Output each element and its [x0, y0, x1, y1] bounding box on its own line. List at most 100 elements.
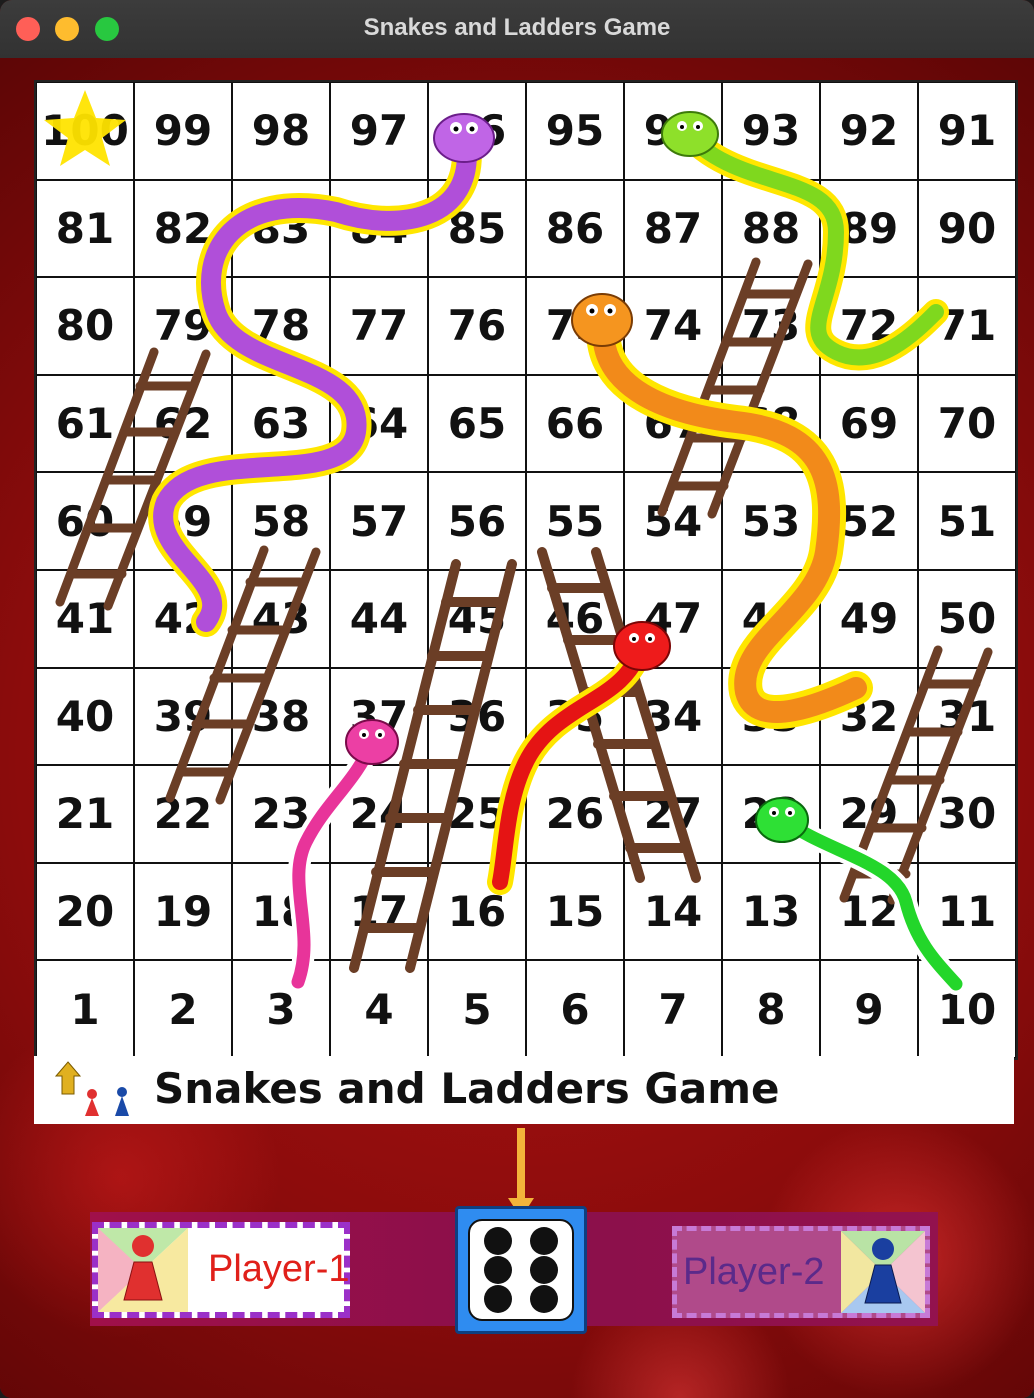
board-square: 68 — [722, 374, 820, 473]
board-square: 48 — [722, 569, 820, 668]
board-square: 55 — [526, 472, 624, 570]
board-square: 99 — [134, 82, 232, 180]
player-1-token-icon — [98, 1228, 188, 1312]
board-square: 70 — [918, 374, 1016, 473]
board-square: 59 — [134, 472, 232, 570]
board-square: 96 — [428, 82, 526, 180]
board-square: 93 — [722, 82, 820, 180]
board-square: 10 — [918, 960, 1016, 1058]
board-square: 80 — [36, 277, 134, 375]
dice-pip — [483, 1285, 512, 1314]
window-title: Snakes and Ladders Game — [363, 14, 671, 41]
board-square: 62 — [134, 374, 232, 473]
board-square: 24 — [330, 765, 428, 863]
dice-pip — [483, 1256, 512, 1284]
board-square: 61 — [36, 374, 134, 473]
banner-title: Snakes and Ladders Game — [154, 1064, 780, 1113]
board-square: 72 — [820, 277, 918, 375]
board-square: 88 — [722, 179, 820, 278]
board-square: 32 — [820, 667, 918, 766]
dice-button[interactable] — [455, 1206, 587, 1334]
board-square: 97 — [330, 82, 428, 180]
board-square: 38 — [232, 667, 330, 766]
board-square: 74 — [624, 277, 722, 375]
board-square: 39 — [134, 667, 232, 766]
dice-face — [468, 1219, 574, 1321]
board-square: 19 — [134, 862, 232, 961]
board-square: 100 — [36, 82, 134, 180]
title-bar: Snakes and Ladders Game — [0, 0, 1034, 59]
board-square: 76 — [428, 277, 526, 375]
board-square: 71 — [918, 277, 1016, 375]
board-square: 18 — [232, 862, 330, 961]
board-square: 53 — [722, 472, 820, 570]
board-square: 91 — [918, 82, 1016, 180]
board-square: 64 — [330, 374, 428, 473]
board-square: 4 — [330, 960, 428, 1058]
board-square: 95 — [526, 82, 624, 180]
board-square: 51 — [918, 472, 1016, 570]
board-square: 17 — [330, 862, 428, 961]
board-square: 3 — [232, 960, 330, 1058]
board-square: 81 — [36, 179, 134, 278]
board-square: 42 — [134, 569, 232, 668]
board-square: 54 — [624, 472, 722, 570]
game-window: Snakes and Ladders Game 100 99 98 97 96 95 94 9… — [0, 0, 1034, 1398]
board-grid: 100 99 98 97 96 95 94 93 92 91 81 82 83 84 85 86 87 88 89 9… — [36, 82, 1016, 1058]
board-square: 47 — [624, 569, 722, 668]
board-square: 86 — [526, 179, 624, 278]
board-square: 49 — [820, 569, 918, 668]
board-square: 50 — [918, 569, 1016, 668]
board-square: 46 — [526, 569, 624, 668]
board-square: 5 — [428, 960, 526, 1058]
board-square: 34 — [624, 667, 722, 766]
player-1-label: Player-1 — [208, 1248, 350, 1290]
board-square: 84 — [330, 179, 428, 278]
board-square: 8 — [722, 960, 820, 1058]
board-square: 25 — [428, 765, 526, 863]
board-square: 63 — [232, 374, 330, 473]
board-square: 85 — [428, 179, 526, 278]
dice-pip — [530, 1226, 559, 1255]
board-square: 31 — [918, 667, 1016, 766]
board-square: 78 — [232, 277, 330, 375]
board-square: 2 — [134, 960, 232, 1058]
board-square: 23 — [232, 765, 330, 863]
board-square: 45 — [428, 569, 526, 668]
player-1-card[interactable]: Player-1 — [92, 1222, 350, 1318]
game-banner: Snakes and Ladders Game — [34, 1056, 1014, 1124]
board-square: 26 — [526, 765, 624, 863]
board-square: 66 — [526, 374, 624, 473]
board-square: 43 — [232, 569, 330, 668]
board-square: 79 — [134, 277, 232, 375]
game-board[interactable]: 100 99 98 97 96 95 94 93 92 91 81 82 83 84 85 86 87 88 89 9… — [34, 80, 1018, 1060]
board-square: 58 — [232, 472, 330, 570]
board-square: 65 — [428, 374, 526, 473]
board-square: 67 — [624, 374, 722, 473]
board-square: 28 — [722, 765, 820, 863]
board-square: 20 — [36, 862, 134, 961]
board-square: 73 — [722, 277, 820, 375]
board-square: 60 — [36, 472, 134, 570]
board-square: 87 — [624, 179, 722, 278]
board-square: 27 — [624, 765, 722, 863]
board-square: 15 — [526, 862, 624, 961]
board-square: 29 — [820, 765, 918, 863]
board-square: 94 — [624, 82, 722, 180]
board-square: 41 — [36, 569, 134, 668]
dice-pip — [483, 1226, 512, 1255]
board-square: 82 — [134, 179, 232, 278]
board-square: 98 — [232, 82, 330, 180]
board-square: 30 — [918, 765, 1016, 863]
board-square: 21 — [36, 765, 134, 863]
board-square: 92 — [820, 82, 918, 180]
board-square: 22 — [134, 765, 232, 863]
dice-pip — [530, 1285, 559, 1314]
board-square: 57 — [330, 472, 428, 570]
board-square: 13 — [722, 862, 820, 961]
board-square: 75 — [526, 277, 624, 375]
board-square: 12 — [820, 862, 918, 961]
player-2-card[interactable]: Player-2 — [672, 1226, 930, 1318]
board-square: 7 — [624, 960, 722, 1058]
board-square: 16 — [428, 862, 526, 961]
